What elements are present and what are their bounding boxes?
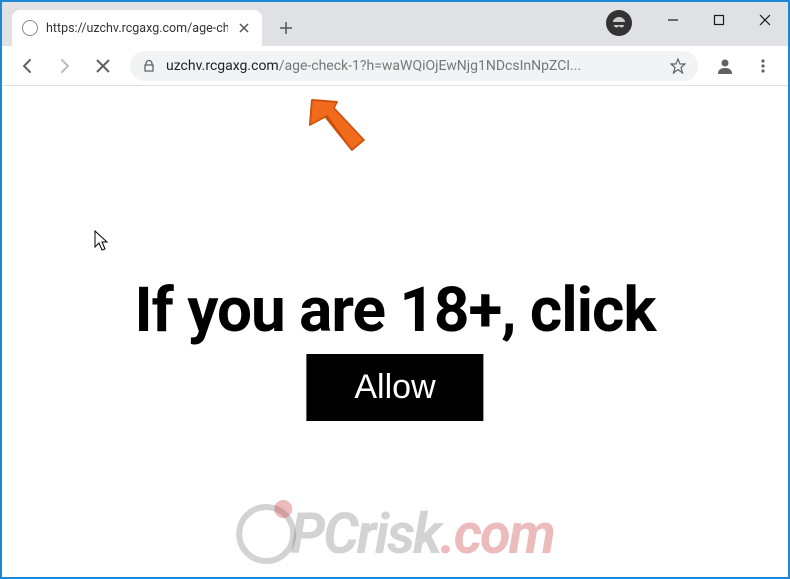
age-check-headline: If you are 18+, click <box>4 274 786 347</box>
watermark-tld: .com <box>440 501 554 567</box>
tabs-area: https://uzchv.rcgaxg.com/age-che <box>2 2 300 46</box>
url-domain: uzchv.rcgaxg.com <box>166 58 279 74</box>
close-window-button[interactable] <box>742 4 788 36</box>
back-icon <box>18 57 36 75</box>
bookmark-button[interactable] <box>670 58 686 74</box>
tab-title: https://uzchv.rcgaxg.com/age-che <box>46 21 228 36</box>
forward-button[interactable] <box>48 49 82 83</box>
stop-reload-button[interactable] <box>86 49 120 83</box>
profile-icon <box>715 56 735 76</box>
maximize-button[interactable] <box>696 4 742 36</box>
address-bar[interactable]: uzchv.rcgaxg.com/age-check-1?h=waWQiOjEw… <box>130 51 698 81</box>
incognito-icon <box>606 10 632 36</box>
forward-icon <box>56 57 74 75</box>
url-text: uzchv.rcgaxg.com/age-check-1?h=waWQiOjEw… <box>166 58 660 74</box>
close-icon <box>239 23 249 33</box>
allow-button[interactable]: Allow <box>306 354 483 421</box>
close-icon <box>759 14 771 26</box>
watermark: PCrisk.com <box>236 501 554 567</box>
page-content: If you are 18+, click Allow PCrisk.com <box>4 86 786 575</box>
browser-toolbar: uzchv.rcgaxg.com/age-check-1?h=waWQiOjEw… <box>2 46 788 86</box>
window-titlebar: https://uzchv.rcgaxg.com/age-che <box>2 2 788 46</box>
stop-icon <box>95 58 111 74</box>
star-icon <box>670 58 686 74</box>
menu-button[interactable] <box>746 49 780 83</box>
maximize-icon <box>713 14 725 26</box>
browser-tab[interactable]: https://uzchv.rcgaxg.com/age-che <box>12 10 262 46</box>
lock-icon <box>142 59 156 73</box>
watermark-brand: PCrisk <box>290 501 440 567</box>
profile-button[interactable] <box>708 49 742 83</box>
url-path: /age-check-1?h=waWQiOjEwNjg1NDcsInNpZCI.… <box>279 58 581 74</box>
window-controls <box>606 2 788 46</box>
new-tab-button[interactable] <box>272 14 300 42</box>
minimize-button[interactable] <box>650 4 696 36</box>
menu-icon <box>755 58 771 74</box>
plus-icon <box>279 21 293 35</box>
back-button[interactable] <box>10 49 44 83</box>
globe-icon <box>22 20 38 36</box>
watermark-logo-icon <box>236 504 296 564</box>
close-tab-button[interactable] <box>236 20 252 36</box>
minimize-icon <box>667 14 679 26</box>
